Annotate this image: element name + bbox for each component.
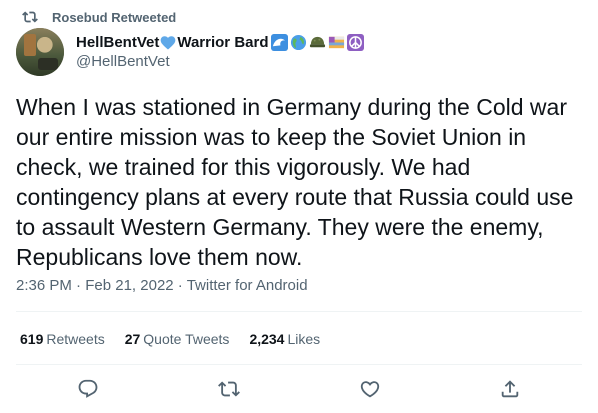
display-name-suffix: Warrior Bard <box>177 33 269 51</box>
divider <box>16 364 582 365</box>
retweets-label: Retweets <box>46 331 105 347</box>
tweet-actions <box>0 372 598 406</box>
retweet-context[interactable]: Rosebud Retweeted <box>22 8 176 26</box>
tweet-author: HellBentVet Warrior Bard @HellBentVet <box>16 28 364 76</box>
share-icon <box>501 380 519 398</box>
meta-separator-2: · <box>173 277 187 294</box>
likes-count: 2,234 <box>249 331 285 347</box>
retweet-context-label: Rosebud Retweeted <box>52 9 177 25</box>
heart-outline-icon <box>360 381 380 398</box>
retweets-count: 619 <box>20 331 44 347</box>
retweets-stat[interactable]: 619 Retweets <box>20 331 105 347</box>
tweet-time[interactable]: 2:36 PM <box>16 277 72 294</box>
avatar[interactable] <box>16 28 64 76</box>
quote-tweets-label: Quote Tweets <box>143 331 230 347</box>
blue-heart-icon <box>160 35 176 50</box>
like-button[interactable] <box>359 378 381 400</box>
display-name-primary: HellBentVet <box>76 33 160 51</box>
meta-separator: · <box>71 277 86 294</box>
author-handle[interactable]: @HellBentVet <box>76 52 364 72</box>
wave-icon <box>270 33 288 51</box>
tweet-client[interactable]: Twitter for Android <box>187 277 308 294</box>
likes-label: Likes <box>287 331 321 347</box>
tweet-meta: 2:36 PM · Feb 21, 2022 · Twitter for And… <box>16 277 308 294</box>
reply-button[interactable] <box>77 378 99 400</box>
retweet-action-icon <box>218 381 240 397</box>
divider <box>16 311 582 312</box>
retweet-icon <box>22 9 38 25</box>
tweet-text: When I was stationed in Germany during t… <box>16 94 574 270</box>
tweet-stats: 619 Retweets 27 Quote Tweets 2,234 Likes <box>20 331 340 347</box>
quote-tweets-stat[interactable]: 27 Quote Tweets <box>125 331 230 347</box>
tweet-date[interactable]: Feb 21, 2022 <box>85 277 173 294</box>
author-display-name[interactable]: HellBentVet Warrior Bard <box>76 32 364 52</box>
globe-icon <box>290 34 307 51</box>
quote-tweets-count: 27 <box>124 331 141 347</box>
reply-icon <box>78 379 98 398</box>
share-button[interactable] <box>499 378 521 400</box>
helmet-icon <box>309 34 326 51</box>
retweet-button[interactable] <box>218 378 240 400</box>
flag-icon <box>328 34 345 51</box>
likes-stat[interactable]: 2,234 Likes <box>249 331 320 347</box>
peace-icon <box>346 33 364 51</box>
